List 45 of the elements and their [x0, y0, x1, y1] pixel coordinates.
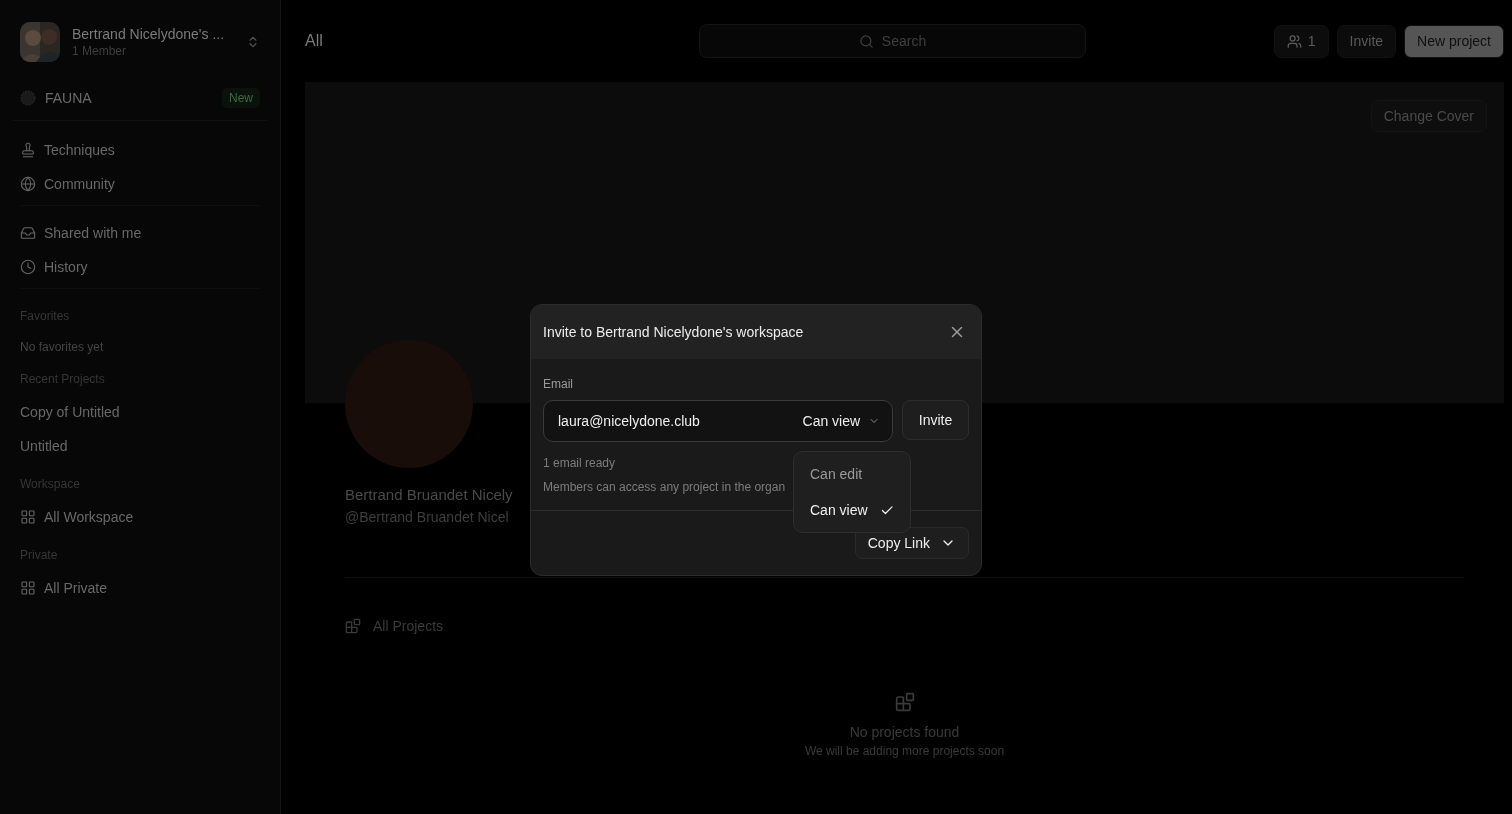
workspace-name: Bertrand Nicelydone's ...	[72, 26, 226, 42]
profile-name: Bertrand Bruandet Nicely	[345, 486, 513, 503]
members-button[interactable]: 1	[1273, 24, 1329, 58]
new-badge: New	[222, 88, 260, 108]
copy-link-button[interactable]: Copy Link	[854, 527, 969, 559]
promo-label: FAUNA	[45, 90, 93, 106]
invite-button[interactable]: Invite	[902, 400, 969, 440]
section-title: All Projects	[373, 618, 444, 634]
page-title: All	[305, 32, 324, 50]
inbox-icon	[20, 225, 36, 241]
promo-item[interactable]: FAUNA New	[12, 88, 268, 121]
invite-button[interactable]: Invite	[1336, 24, 1397, 58]
change-cover-button[interactable]: Change Cover	[1370, 100, 1487, 132]
sidebar-item[interactable]: All Workspace	[20, 500, 260, 534]
field-label: Email	[543, 377, 574, 391]
grid-icon	[20, 509, 36, 525]
blocks-icon	[894, 692, 915, 712]
sidebar-item[interactable]: History	[20, 250, 260, 284]
stamp-icon	[20, 142, 36, 158]
clock-icon	[20, 259, 36, 275]
dotted-circle-icon	[20, 90, 36, 106]
sidebar-item[interactable]: Untitled	[20, 429, 260, 463]
sidebar-item[interactable]: Shared with me	[20, 216, 260, 250]
sidebar-item[interactable]: Techniques	[20, 133, 260, 167]
menu-item[interactable]: Can edit	[800, 458, 904, 490]
menu-item[interactable]: Can view	[800, 494, 904, 526]
search-field[interactable]: Search	[699, 24, 1086, 58]
search-icon	[858, 33, 874, 49]
sidebar-item[interactable]: Copy of Untitled	[20, 395, 260, 429]
new-project-button[interactable]: New project	[1404, 24, 1504, 58]
dialog-title: Invite to Bertrand Nicelydone's workspace	[543, 324, 804, 340]
users-icon	[1286, 33, 1302, 49]
role-select[interactable]: Can view	[802, 413, 881, 429]
blocks-icon	[345, 618, 361, 634]
email-field[interactable]: laura@nicelydone.club Can view	[543, 400, 894, 442]
empty-note: No favorites yet	[20, 340, 105, 354]
grid-icon	[20, 580, 36, 596]
empty-text: We will be adding more projects soon	[804, 744, 1005, 758]
note-text: Members can access any project in the organ	[543, 480, 787, 494]
sidebar-item[interactable]: All Private	[20, 571, 260, 605]
status-text: 1 email ready	[543, 456, 617, 470]
sidebar-item[interactable]: Community	[20, 167, 260, 201]
empty-title: No projects found	[849, 724, 960, 740]
globe-icon	[20, 176, 36, 192]
profile-handle: @Bertrand Bruandet Nicel	[345, 509, 509, 525]
